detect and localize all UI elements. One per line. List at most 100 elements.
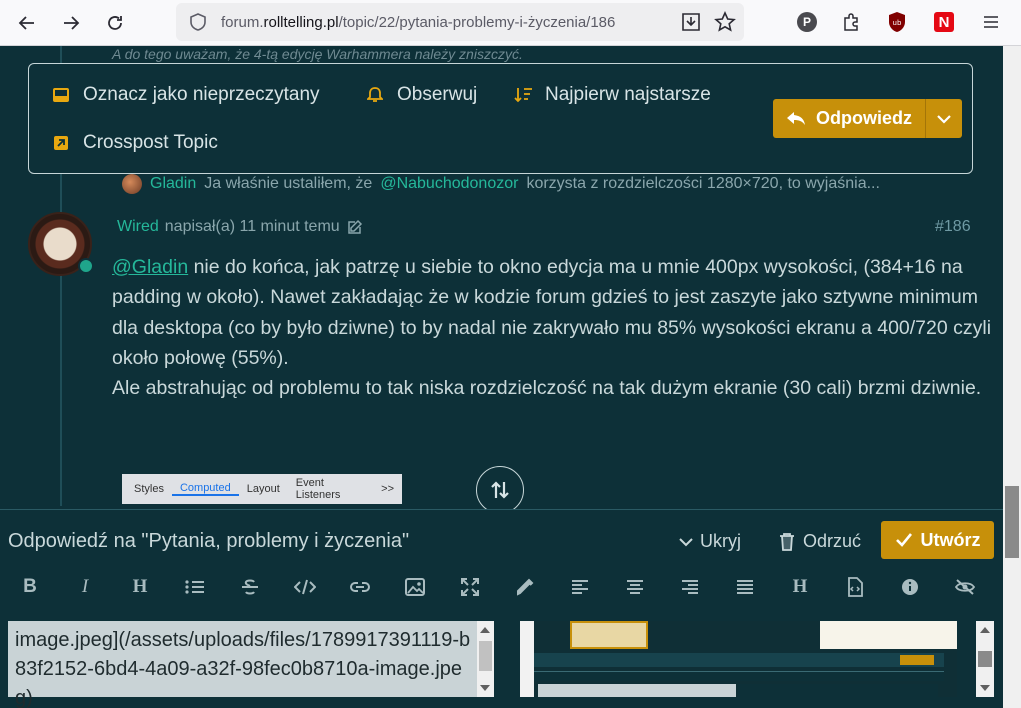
composer-textarea[interactable]: image.jpeg](/assets/uploads/files/178991… (8, 621, 494, 708)
color-picker-icon[interactable] (510, 572, 540, 602)
forward-button[interactable] (55, 7, 87, 39)
strikethrough-icon[interactable] (235, 572, 265, 602)
chevron-down-icon (679, 537, 693, 546)
file-code-icon[interactable] (840, 572, 870, 602)
profile-icon[interactable]: P (796, 11, 818, 33)
sort-button[interactable]: Najpierw najstarsze (513, 84, 711, 106)
fullscreen-icon[interactable] (455, 572, 485, 602)
reply-text-after: korzysta z rozdzielczości 1280×720, to w… (526, 175, 880, 192)
reply-composer: Odpowiedź na "Pytania, problemy i życzen… (0, 509, 1003, 708)
back-button[interactable] (11, 7, 43, 39)
post-mention[interactable]: @Gladin (112, 256, 188, 278)
preview-scrollbar[interactable] (976, 621, 994, 697)
shield-icon[interactable] (188, 12, 208, 32)
post-text: nie do końca, jak patrzę u siebie to okn… (112, 256, 992, 369)
edit-icon[interactable] (346, 219, 363, 236)
discard-label: Odrzuć (803, 531, 862, 551)
forum-page: A do tego uważam, że 4-tą edycję Warhamm… (0, 46, 1003, 708)
reply-arrow-icon (787, 111, 805, 125)
menu-icon[interactable] (980, 11, 1002, 33)
hamburger-icon (984, 16, 998, 28)
post-number[interactable]: #186 (935, 218, 971, 236)
create-label: Utwórz (920, 529, 981, 550)
devtools-tab: Computed (171, 482, 239, 496)
align-left-icon[interactable] (565, 572, 595, 602)
check-icon (895, 533, 912, 547)
hide-button[interactable]: Ukryj (679, 531, 741, 552)
heading-2-icon[interactable]: H (785, 572, 815, 602)
ublock-icon[interactable]: ub (886, 11, 908, 33)
mark-unread-button[interactable]: Oznacz jako nieprzeczytany (51, 84, 320, 106)
ublock-shield-icon: ub (889, 12, 905, 32)
url-text[interactable]: forum.rolltelling.pl/topic/22/pytania-pr… (221, 14, 615, 31)
reply-label: Odpowiedz (816, 108, 912, 128)
devtools-screenshot[interactable]: Styles Computed Layout Event Listeners >… (122, 474, 402, 504)
post-author[interactable]: Wired (117, 218, 159, 236)
create-button[interactable]: Utwórz (881, 521, 994, 559)
reload-button[interactable] (99, 7, 131, 39)
trash-icon (780, 532, 794, 551)
reply-button[interactable]: Odpowiedz (773, 99, 925, 138)
url-path: /topic/22/pytania-problemy-i-życzenia/18… (338, 14, 616, 31)
forward-arrow-icon (64, 16, 80, 30)
image-icon[interactable] (400, 572, 430, 602)
devtools-tab: Styles (134, 483, 164, 495)
sort-icon (513, 85, 533, 105)
post-header: Wired napisał(a) 11 minut temu (117, 218, 363, 236)
heading-icon[interactable]: H (125, 572, 155, 602)
external-link-icon (51, 133, 71, 153)
crosspost-button[interactable]: Crosspost Topic (51, 132, 218, 154)
italic-icon[interactable]: I (70, 572, 100, 602)
composer-text: image.jpeg](/assets/uploads/files/178991… (15, 629, 471, 708)
editor-scrollbar[interactable] (477, 621, 494, 697)
discard-button[interactable]: Odrzuć (778, 531, 861, 552)
reply-author[interactable]: Gladin (150, 175, 196, 193)
url-domain: rolltelling.pl (263, 14, 339, 31)
info-icon[interactable] (895, 572, 925, 602)
chevron-down-icon (937, 114, 951, 124)
netflix-icon[interactable]: N (933, 11, 955, 33)
crosspost-label: Crosspost Topic (83, 132, 218, 153)
composer-resize-button[interactable] (476, 466, 524, 514)
reply-mention[interactable]: @Nabuchodonozor (380, 175, 518, 193)
puzzle-icon (844, 13, 858, 31)
watch-label: Obserwuj (397, 84, 478, 105)
bell-icon (365, 85, 385, 105)
reload-icon (108, 16, 122, 30)
download-icon[interactable] (680, 11, 702, 33)
eye-slash-icon[interactable] (950, 572, 980, 602)
hide-label: Ukryj (700, 531, 741, 551)
formatting-toolbar: B I H H (0, 572, 1003, 604)
link-icon[interactable] (345, 572, 375, 602)
post-paragraph: @Gladin nie do końca, jak patrzę u siebi… (112, 252, 992, 373)
reply-dropdown-button[interactable] (925, 99, 962, 138)
url-prefix: forum. (221, 14, 264, 31)
watch-button[interactable]: Obserwuj (365, 84, 477, 106)
post-timestamp[interactable]: napisał(a) 11 minut temu (165, 218, 340, 236)
reply-text-before: Ja właśnie ustaliłem, że (204, 175, 373, 192)
align-right-icon[interactable] (675, 572, 705, 602)
page-scrollbar[interactable] (1003, 46, 1021, 708)
bold-icon[interactable]: B (15, 572, 45, 602)
extensions-icon[interactable] (840, 11, 862, 33)
align-center-icon[interactable] (620, 572, 650, 602)
post-paragraph-2: Ale abstrahując od problemu to tak niska… (112, 377, 982, 400)
devtools-tab: Event Listeners (295, 477, 341, 501)
code-icon[interactable] (290, 572, 320, 602)
swap-vertical-icon (491, 481, 509, 499)
inbox-icon (51, 85, 71, 105)
back-arrow-icon (18, 16, 34, 30)
parent-post-preview[interactable]: Gladin Ja właśnie ustaliłem, że @Nabucho… (122, 174, 880, 194)
svg-text:ub: ub (893, 19, 902, 27)
reply-button-group: Odpowiedz (773, 99, 962, 138)
devtools-tab: >> (381, 483, 394, 495)
sort-label: Najpierw najstarsze (545, 84, 711, 105)
mark-unread-label: Oznacz jako nieprzeczytany (83, 84, 320, 105)
list-icon[interactable] (180, 572, 210, 602)
faded-quote-text: A do tego uważam, że 4-tą edycję Warhamm… (112, 46, 523, 62)
address-bar[interactable]: forum.rolltelling.pl/topic/22/pytania-pr… (176, 3, 744, 41)
star-icon[interactable] (714, 11, 736, 33)
align-justify-icon[interactable] (730, 572, 760, 602)
scrollbar-thumb[interactable] (1005, 486, 1019, 558)
topic-actions-bar: Oznacz jako nieprzeczytany Obserwuj Najp… (28, 63, 973, 174)
